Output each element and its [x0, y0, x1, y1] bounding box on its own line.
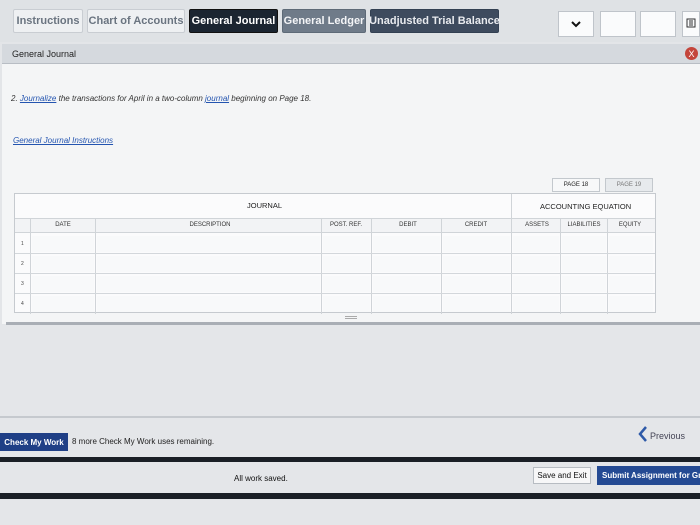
description-input[interactable]: [97, 296, 320, 312]
journal-table: JOURNAL ACCOUNTING EQUATION DATE DESCRIP…: [14, 193, 656, 314]
divider: [0, 416, 700, 418]
tab-chart-of-accounts[interactable]: Chart of Accounts: [87, 9, 185, 33]
remaining-checks-text: 8 more Check My Work uses remaining.: [72, 437, 215, 446]
equity-input[interactable]: [609, 276, 653, 292]
panel-header: General Journal X: [2, 44, 700, 64]
post-ref-input[interactable]: [323, 296, 370, 312]
resize-grip-icon[interactable]: [345, 316, 357, 319]
credit-input[interactable]: [443, 296, 510, 312]
table-row: 2: [15, 254, 655, 274]
tab-general-ledger[interactable]: General Ledger: [282, 9, 366, 33]
col-post-ref: POST. REF.: [329, 222, 362, 228]
row-number: 1: [21, 241, 24, 247]
row-number: 3: [21, 281, 24, 287]
instruction-mid: the transactions for April in a two-colu…: [56, 94, 206, 103]
date-input[interactable]: [32, 256, 94, 272]
journal-link[interactable]: journal: [205, 94, 229, 103]
menu-button[interactable]: [682, 11, 700, 37]
chevron-left-icon: [638, 426, 648, 446]
col-description: DESCRIPTION: [189, 222, 231, 228]
date-input[interactable]: [32, 296, 94, 312]
assets-input[interactable]: [513, 256, 559, 272]
instruction-text: 2. Journalize the transactions for April…: [11, 94, 311, 103]
description-input[interactable]: [97, 236, 320, 252]
col-equity: EQUITY: [618, 222, 642, 228]
col-liabilities: LIABILITIES: [567, 222, 601, 228]
menu-icon: [686, 17, 696, 31]
liabilities-input[interactable]: [562, 256, 606, 272]
footer-bar: [0, 493, 700, 499]
save-status: All work saved.: [234, 474, 288, 483]
page-tab-19[interactable]: PAGE 19: [605, 178, 653, 192]
general-journal-instructions-link[interactable]: General Journal Instructions: [13, 136, 113, 145]
instruction-prefix: 2.: [11, 94, 20, 103]
previous-button[interactable]: Previous: [638, 426, 685, 446]
equity-input[interactable]: [609, 256, 653, 272]
credit-input[interactable]: [443, 236, 510, 252]
tool-button-1[interactable]: [600, 11, 636, 37]
liabilities-input[interactable]: [562, 236, 606, 252]
credit-input[interactable]: [443, 276, 510, 292]
col-assets: ASSETS: [525, 222, 549, 228]
liabilities-input[interactable]: [562, 296, 606, 312]
close-icon: X: [688, 48, 695, 59]
instruction-suffix: beginning on Page 18.: [229, 94, 312, 103]
date-input[interactable]: [32, 236, 94, 252]
journalize-link[interactable]: Journalize: [20, 94, 56, 103]
debit-input[interactable]: [373, 276, 440, 292]
previous-label: Previous: [650, 431, 686, 441]
journal-header: JOURNAL ACCOUNTING EQUATION: [15, 194, 655, 219]
tab-bar: Instructions Chart of Accounts General J…: [0, 0, 700, 42]
save-and-exit-button[interactable]: Save and Exit: [533, 467, 591, 484]
table-row: 3: [15, 274, 655, 294]
debit-input[interactable]: [373, 236, 440, 252]
row-number: 2: [21, 261, 24, 267]
post-ref-input[interactable]: [323, 256, 370, 272]
table-row: 1: [15, 234, 655, 254]
description-input[interactable]: [97, 256, 320, 272]
equity-input[interactable]: [609, 236, 653, 252]
col-debit: DEBIT: [399, 222, 417, 228]
debit-input[interactable]: [373, 256, 440, 272]
post-ref-input[interactable]: [323, 236, 370, 252]
date-input[interactable]: [32, 276, 94, 292]
panel-title: General Journal: [12, 49, 77, 59]
tab-general-journal[interactable]: General Journal: [189, 9, 278, 33]
credit-input[interactable]: [443, 256, 510, 272]
table-row: 4: [15, 294, 655, 314]
close-button[interactable]: X: [685, 47, 698, 60]
description-input[interactable]: [97, 276, 320, 292]
assets-input[interactable]: [513, 236, 559, 252]
col-credit: CREDIT: [464, 222, 488, 228]
row-number: 4: [21, 301, 24, 307]
col-date: DATE: [55, 222, 71, 228]
tool-button-2[interactable]: [640, 11, 676, 37]
chevron-down-icon: [571, 17, 581, 31]
post-ref-input[interactable]: [323, 276, 370, 292]
submit-assignment-button[interactable]: Submit Assignment for Gra: [597, 466, 700, 485]
dropdown-toggle[interactable]: [558, 11, 594, 37]
page-tab-18[interactable]: PAGE 18: [552, 178, 600, 192]
tab-instructions[interactable]: Instructions: [13, 9, 83, 33]
tab-unadjusted-trial-balance[interactable]: Unadjusted Trial Balance: [369, 9, 500, 33]
footer-bar: [0, 457, 700, 462]
equity-input[interactable]: [609, 296, 653, 312]
accounting-equation-title: ACCOUNTING EQUATION: [540, 202, 632, 211]
column-header-row: DATE DESCRIPTION POST. REF. DEBIT CREDIT…: [15, 219, 655, 233]
check-my-work-button[interactable]: Check My Work: [0, 433, 68, 451]
liabilities-input[interactable]: [562, 276, 606, 292]
journal-title: JOURNAL: [247, 201, 283, 210]
assets-input[interactable]: [513, 296, 559, 312]
debit-input[interactable]: [373, 296, 440, 312]
assets-input[interactable]: [513, 276, 559, 292]
